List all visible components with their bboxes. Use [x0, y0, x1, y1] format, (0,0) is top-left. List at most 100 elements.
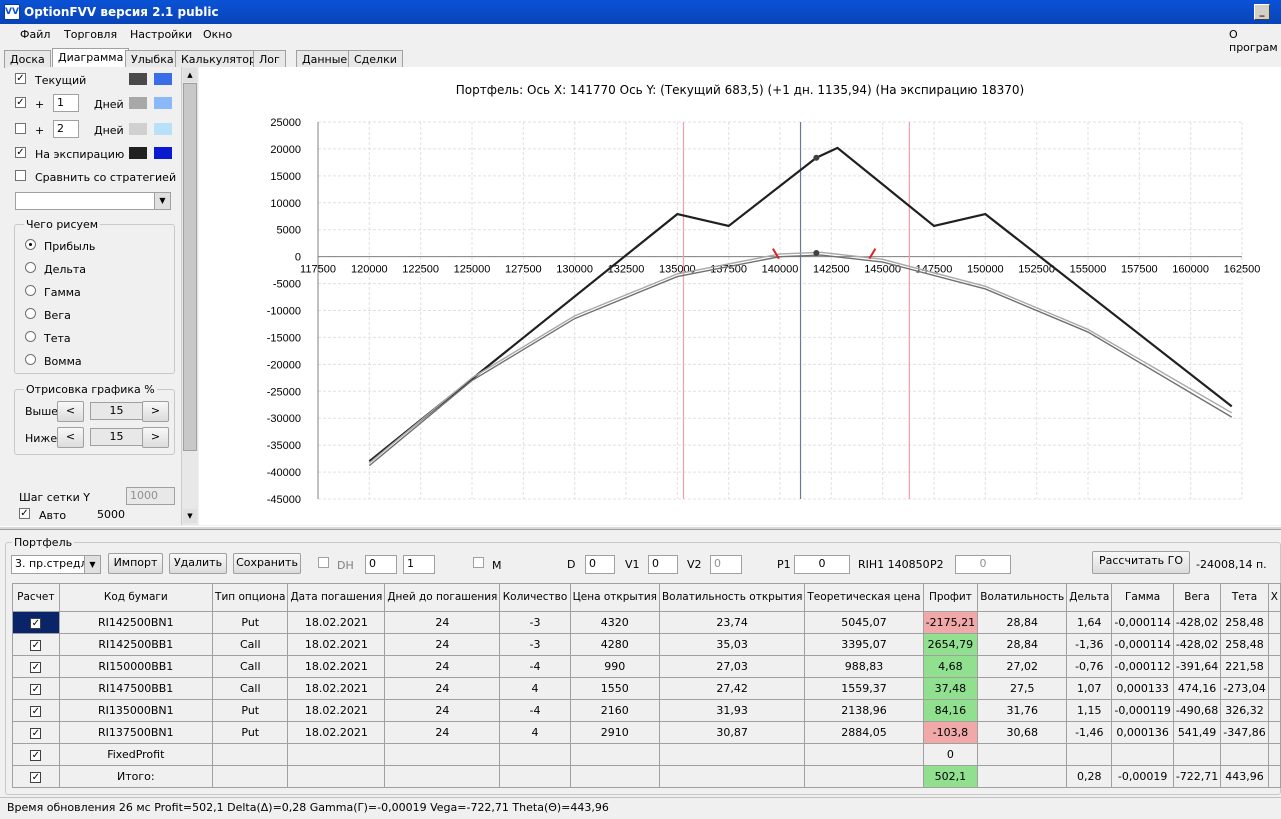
table-cell[interactable] — [977, 743, 1068, 766]
column-header[interactable]: Гамма — [1111, 583, 1174, 612]
column-header[interactable]: Код бумаги — [58, 583, 214, 612]
table-cell[interactable]: -0,76 — [1066, 655, 1113, 678]
table-cell[interactable]: -0,000119 — [1111, 699, 1174, 722]
table-cell[interactable]: Put — [212, 611, 289, 634]
table-cell[interactable]: 4 — [499, 721, 571, 744]
table-cell[interactable]: -0,000114 — [1111, 611, 1174, 634]
table-cell[interactable]: RI142500BN1 — [58, 611, 214, 634]
chevron-down-icon[interactable]: ▼ — [154, 193, 170, 209]
calc-checkbox[interactable]: ✓ — [30, 750, 42, 761]
table-cell[interactable]: 2910 — [569, 721, 660, 744]
row-close-icon[interactable] — [1267, 699, 1281, 722]
table-cell[interactable]: 84,16 — [922, 699, 979, 722]
table-cell[interactable]: 24 — [384, 611, 501, 634]
column-header[interactable]: Теоретическая цена — [804, 583, 924, 612]
table-cell[interactable]: 1,64 — [1066, 611, 1113, 634]
strategy-select[interactable] — [15, 192, 171, 210]
table-cell[interactable]: 18.02.2021 — [287, 611, 386, 634]
table-cell[interactable]: 27,5 — [977, 677, 1068, 700]
table-cell[interactable] — [384, 743, 501, 766]
table-cell[interactable]: -273,04 — [1220, 677, 1269, 700]
table-cell[interactable]: 31,93 — [658, 699, 806, 722]
table-cell[interactable]: 0 — [922, 743, 979, 766]
row-close-icon[interactable] — [1267, 721, 1281, 744]
table-cell[interactable]: 31,76 — [977, 699, 1068, 722]
current-color-1[interactable] — [129, 73, 147, 85]
tab-diagram[interactable]: Диаграмма — [52, 48, 130, 68]
table-cell[interactable] — [1172, 743, 1222, 766]
delete-button[interactable]: Удалить — [169, 553, 227, 574]
radio-vomma[interactable] — [25, 354, 36, 365]
expiry-checkbox[interactable]: ✓ — [15, 147, 26, 158]
tab-deals[interactable]: Сделки — [348, 50, 403, 68]
save-button[interactable]: Сохранить — [233, 553, 301, 574]
table-cell[interactable] — [977, 765, 1068, 788]
table-cell[interactable]: 18.02.2021 — [287, 699, 386, 722]
calc-checkbox[interactable]: ✓ — [30, 772, 42, 783]
radio-profit[interactable] — [25, 239, 36, 250]
dh-spinner-b[interactable]: 1 — [403, 555, 435, 574]
table-cell[interactable] — [212, 743, 289, 766]
table-cell[interactable]: -391,64 — [1172, 655, 1222, 678]
dh-spinner-a[interactable]: 0 — [365, 555, 397, 574]
table-cell[interactable]: 0,000133 — [1111, 677, 1174, 700]
below-decrease-button[interactable]: < — [57, 427, 84, 448]
column-header[interactable]: Цена открытия — [569, 583, 660, 612]
table-cell[interactable]: RI137500BN1 — [58, 721, 214, 744]
row-close-icon[interactable] — [1267, 655, 1281, 678]
table-cell[interactable]: Call — [212, 677, 289, 700]
table-cell[interactable] — [569, 743, 660, 766]
column-header[interactable]: Расчет — [12, 583, 60, 612]
expiry-color-1[interactable] — [129, 147, 147, 159]
expiry-color-2[interactable] — [154, 147, 172, 159]
calc-checkbox[interactable]: ✓ — [30, 728, 42, 739]
table-cell[interactable]: 2138,96 — [804, 699, 924, 722]
calc-checkbox-cell[interactable]: ✓ — [12, 721, 60, 744]
table-cell[interactable]: 27,42 — [658, 677, 806, 700]
table-cell[interactable] — [658, 743, 806, 766]
tab-smile[interactable]: Улыбка — [125, 50, 180, 68]
table-cell[interactable]: 4280 — [569, 633, 660, 656]
scroll-up-icon[interactable]: ▲ — [183, 68, 197, 82]
table-cell[interactable]: 2884,05 — [804, 721, 924, 744]
m-checkbox[interactable] — [473, 557, 484, 568]
table-cell[interactable]: 221,58 — [1220, 655, 1269, 678]
table-cell[interactable]: Put — [212, 721, 289, 744]
column-header[interactable]: Дата погашения — [287, 583, 386, 612]
tab-data[interactable]: Данные — [296, 50, 354, 68]
table-cell[interactable]: 258,48 — [1220, 611, 1269, 634]
table-cell[interactable]: -3 — [499, 633, 571, 656]
radio-theta[interactable] — [25, 331, 36, 342]
table-cell[interactable]: 3395,07 — [804, 633, 924, 656]
plus1-checkbox[interactable]: ✓ — [15, 97, 26, 108]
table-cell[interactable] — [1066, 743, 1113, 766]
plus2-color-1[interactable] — [129, 123, 147, 135]
table-cell[interactable]: RI135000BN1 — [58, 699, 214, 722]
splitter[interactable] — [0, 526, 1281, 530]
v1-input[interactable]: 0 — [648, 555, 678, 574]
menu-about[interactable]: О програм — [1229, 28, 1281, 54]
table-cell[interactable]: 0,28 — [1066, 765, 1113, 788]
table-cell[interactable]: RI147500BB1 — [58, 677, 214, 700]
table-cell[interactable] — [1267, 743, 1281, 766]
table-cell[interactable]: FixedProfit — [58, 743, 214, 766]
calc-checkbox-cell[interactable]: ✓ — [12, 699, 60, 722]
import-button[interactable]: Импорт — [108, 553, 163, 574]
current-color-2[interactable] — [154, 73, 172, 85]
table-cell[interactable]: -347,86 — [1220, 721, 1269, 744]
radio-delta[interactable] — [25, 262, 36, 273]
column-header[interactable]: Вега — [1172, 583, 1222, 612]
column-header[interactable]: Волатильность открытия — [658, 583, 806, 612]
table-cell[interactable]: Итого: — [58, 765, 214, 788]
calc-margin-button[interactable]: Рассчитать ГО — [1092, 551, 1190, 574]
plus2-color-2[interactable] — [154, 123, 172, 135]
table-cell[interactable]: 4,68 — [922, 655, 979, 678]
table-cell[interactable] — [804, 765, 924, 788]
table-row[interactable]: ✓ RI137500BN1 Put 18.02.2021 24 4 2910 30,87 288… — [12, 721, 1281, 744]
table-cell[interactable]: -490,68 — [1172, 699, 1222, 722]
plus1-color-1[interactable] — [129, 97, 147, 109]
table-cell[interactable]: 443,96 — [1220, 765, 1269, 788]
tab-board[interactable]: Доска — [4, 50, 51, 68]
menu-trade[interactable]: Торговля — [64, 28, 117, 41]
table-cell[interactable]: -1,46 — [1066, 721, 1113, 744]
